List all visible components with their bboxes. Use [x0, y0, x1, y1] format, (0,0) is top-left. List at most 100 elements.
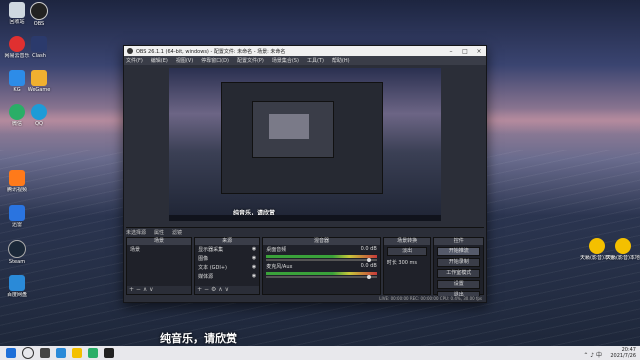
- source-item[interactable]: 显示器采集 ◉: [195, 245, 259, 254]
- transition-select[interactable]: 淡出: [386, 247, 428, 256]
- transitions-dock: 场景转换 淡出 时长 300 ms: [382, 237, 432, 295]
- menu-edit[interactable]: 编辑(E): [151, 57, 168, 64]
- desktop-icon-wegame[interactable]: WeGame: [22, 70, 56, 93]
- volume-slider[interactable]: [266, 258, 377, 262]
- source-item[interactable]: 文本 (GDI+) ◉: [195, 263, 259, 272]
- studio-mode-button[interactable]: 工作室模式: [437, 269, 480, 278]
- properties-button[interactable]: 属性: [154, 229, 164, 236]
- source-item[interactable]: 媒体源 ◉: [195, 272, 259, 281]
- desktop-icon-label: QQ: [35, 121, 43, 127]
- filters-button[interactable]: 滤镜: [172, 229, 182, 236]
- edge-icon[interactable]: [56, 348, 66, 358]
- mixer-dock-title: 混音器: [263, 238, 380, 245]
- menu-file[interactable]: 文件(F): [126, 57, 143, 64]
- desktop-icon-obs[interactable]: OBS: [22, 2, 56, 27]
- desktop-icon-label: 腾讯视频: [6, 187, 27, 193]
- search-icon[interactable]: [22, 347, 34, 359]
- menu-docks[interactable]: 停靠窗口(D): [201, 57, 229, 64]
- baidu-netdisk-icon: [9, 275, 25, 291]
- task-view-icon[interactable]: [40, 348, 50, 358]
- eye-icon: ◉: [251, 264, 257, 270]
- taskbar: ⌃ ♪ 中 20:47 2021/7/26: [0, 346, 640, 360]
- xunlei-icon: [9, 205, 25, 221]
- start-icon[interactable]: [6, 348, 16, 358]
- no-source-label: 未选择源: [126, 230, 147, 236]
- tray-icons[interactable]: ⌃ ♪ 中: [583, 350, 602, 359]
- obs-window[interactable]: OBS 26.1.1 (64-bit, windows) - 配置文件: 未命名…: [123, 45, 487, 303]
- volume-slider[interactable]: [266, 275, 377, 279]
- source-item[interactable]: 图像 ◉: [195, 254, 259, 263]
- eye-icon: ◉: [251, 273, 257, 279]
- desktop-icon-label: OBS: [33, 21, 45, 27]
- menu-view[interactable]: 视图(V): [176, 57, 193, 64]
- sources-dock-title: 来源: [195, 238, 260, 245]
- close-button[interactable]: ×: [472, 48, 486, 55]
- title-bar[interactable]: OBS 26.1.1 (64-bit, windows) - 配置文件: 未命名…: [124, 46, 486, 56]
- desktop-icon-steam[interactable]: Steam: [0, 240, 34, 265]
- desktop-icon-right-2[interactable]: 天籁(影音)本地工具: [606, 238, 640, 261]
- desktop-icon-clash[interactable]: Clash: [22, 36, 56, 59]
- scenes-dock: 场景 场景 + − ∧ ∨: [126, 237, 193, 295]
- eye-icon: ◉: [251, 255, 257, 261]
- desktop-icon-label: 百度网盘: [6, 292, 27, 298]
- obs-taskbar-icon[interactable]: [104, 348, 114, 358]
- desktop-icon-label: 天籁(影音)本地工具: [606, 255, 640, 261]
- desktop-icon-label: Steam: [8, 259, 26, 265]
- transitions-dock-title: 场景转换: [383, 238, 431, 245]
- media-player-icon: [589, 238, 605, 254]
- wegame-icon: [31, 70, 47, 86]
- menu-profile[interactable]: 配置文件(P): [237, 57, 264, 64]
- desktop-icon-label: 迅雷: [11, 222, 22, 228]
- nested-obs-preview-3: [269, 114, 309, 139]
- audio-meter: [266, 272, 377, 275]
- settings-button[interactable]: 设置: [437, 280, 480, 289]
- scenes-dock-footer[interactable]: + − ∧ ∨: [127, 286, 192, 294]
- clash-icon: [31, 36, 47, 52]
- menu-scene-collection[interactable]: 场景集合(S): [272, 57, 299, 64]
- mixer-track: 麦克风/Aux 0.0 dB: [266, 263, 377, 270]
- scene-item[interactable]: 场景: [127, 245, 191, 254]
- duration-row: 时长 300 ms: [386, 260, 418, 266]
- desktop-icon-label: WeGame: [27, 87, 51, 93]
- mixer-dock: 混音器 桌面音频 0.0 dB 麦克风/Aux 0.0 dB: [262, 237, 381, 295]
- clock[interactable]: 20:47 2021/7/26: [610, 347, 636, 359]
- controls-dock-title: 控件: [434, 238, 483, 245]
- preview-canvas[interactable]: 纯音乐，请欣赏: [169, 68, 441, 221]
- window-title: OBS 26.1.1 (64-bit, windows) - 配置文件: 未命名…: [136, 48, 286, 55]
- scenes-dock-title: 场景: [127, 238, 192, 245]
- start-recording-button[interactable]: 开始录制: [437, 258, 480, 267]
- desktop-icon-baidu[interactable]: 百度网盘: [0, 275, 34, 298]
- wechat-taskbar-icon[interactable]: [88, 348, 98, 358]
- media-tool-icon: [615, 238, 631, 254]
- maximize-button[interactable]: □: [458, 48, 472, 55]
- qq-icon: [31, 104, 47, 120]
- clock-date: 2021/7/26: [610, 353, 636, 359]
- nested-obs-preview-2: [252, 101, 334, 158]
- subtitle-text: 纯音乐，请欣赏: [160, 332, 237, 345]
- status-bar: LIVE: 00:00:00 REC: 00:00:00 CPU: 0.4%, …: [124, 296, 486, 302]
- sources-dock-footer[interactable]: + − ⚙ ∧ ∨: [195, 286, 260, 294]
- steam-icon: [8, 240, 26, 258]
- desktop-icon-xunlei[interactable]: 迅雷: [0, 205, 34, 228]
- controls-dock: 控件 开始推流 开始录制 工作室模式 设置 退出: [433, 237, 484, 300]
- eye-icon: ◉: [251, 246, 257, 252]
- menu-bar: 文件(F) 编辑(E) 视图(V) 停靠窗口(D) 配置文件(P) 场景集合(S…: [124, 56, 486, 65]
- audio-meter: [266, 255, 377, 258]
- minimize-button[interactable]: –: [444, 48, 458, 55]
- docks: 场景 场景 + − ∧ ∨ 来源 显示器采集 ◉ 图像 ◉ 文本 (GDI+) ◉ 媒…: [126, 237, 484, 300]
- mixer-track: 桌面音频 0.0 dB: [266, 246, 377, 253]
- menu-help[interactable]: 帮助(H): [332, 57, 350, 64]
- file-explorer-icon[interactable]: [72, 348, 82, 358]
- video-icon: [9, 170, 25, 186]
- nested-obs-preview: [221, 82, 383, 194]
- sources-dock: 来源 显示器采集 ◉ 图像 ◉ 文本 (GDI+) ◉ 媒体源 ◉ + − ⚙ ∧ ∨: [194, 237, 261, 295]
- obs-app-icon: [127, 48, 133, 54]
- start-streaming-button[interactable]: 开始推流: [437, 247, 480, 256]
- desktop-icon-label: Clash: [32, 53, 46, 59]
- desktop-icon-qq[interactable]: QQ: [22, 104, 56, 127]
- desktop-icon-video[interactable]: 腾讯视频: [0, 170, 34, 193]
- source-toolbar: 未选择源 属性 滤镜: [126, 227, 484, 237]
- preview-taskbar: [169, 215, 441, 221]
- menu-tools[interactable]: 工具(T): [307, 57, 324, 64]
- obs-icon: [30, 2, 48, 20]
